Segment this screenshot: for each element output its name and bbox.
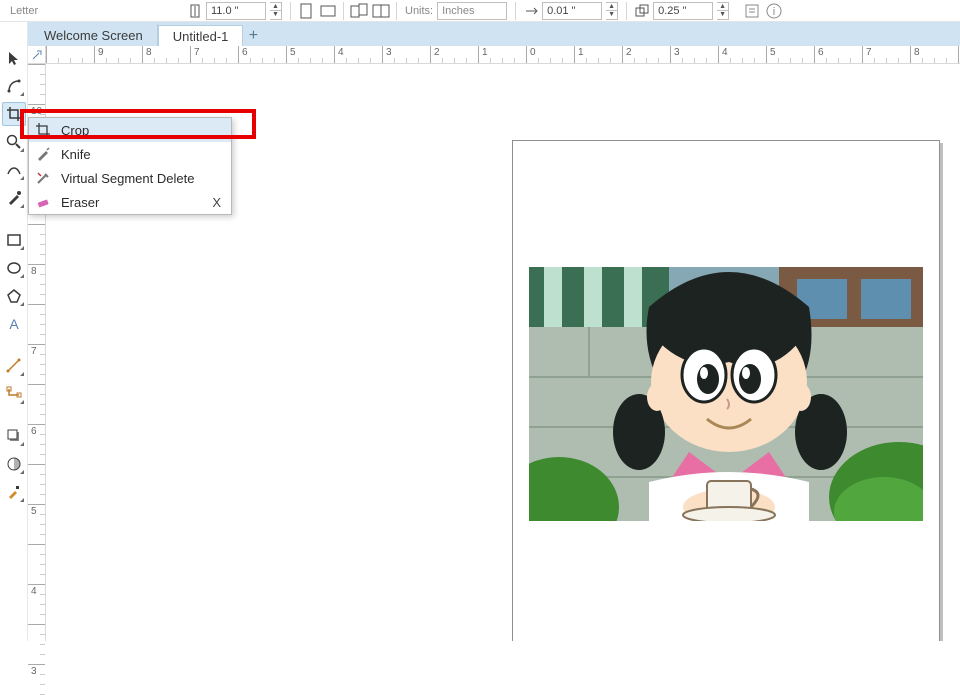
freehand-tool[interactable]: [2, 158, 26, 182]
property-bar: Letter 11.0 " ▲▼ Units: Inches 0.01 " ▲▼: [0, 0, 960, 22]
flyout-item-vsd[interactable]: Virtual Segment Delete: [29, 166, 231, 190]
options-button[interactable]: [741, 1, 763, 21]
document-tabs: Welcome Screen Untitled-1 +: [0, 22, 960, 46]
zoom-tool[interactable]: [2, 130, 26, 154]
help-button[interactable]: i: [763, 1, 785, 21]
current-page-button[interactable]: [370, 1, 392, 21]
flyout-label: Virtual Segment Delete: [61, 171, 194, 186]
drop-shadow-tool[interactable]: [2, 424, 26, 448]
duplicate-field[interactable]: 0.25 ": [653, 2, 713, 20]
landscape-button[interactable]: [317, 1, 339, 21]
page-size-label: Letter: [4, 5, 38, 17]
flyout-label: Crop: [61, 123, 89, 138]
tab-welcome[interactable]: Welcome Screen: [30, 24, 158, 46]
shape-tool[interactable]: [2, 74, 26, 98]
vsd-icon: [35, 170, 51, 186]
eyedropper-tool[interactable]: [2, 480, 26, 504]
connector-tool[interactable]: [2, 382, 26, 406]
units-label: Units:: [405, 5, 433, 17]
all-pages-button[interactable]: [348, 1, 370, 21]
knife-icon: [35, 146, 51, 162]
flyout-item-knife[interactable]: Knife: [29, 142, 231, 166]
rectangle-tool[interactable]: [2, 228, 26, 252]
flyout-item-eraser[interactable]: Eraser X: [29, 190, 231, 214]
crop-flyout: Crop Knife Virtual Segment Delete Eraser…: [28, 117, 232, 215]
flyout-shortcut: X: [212, 195, 221, 210]
nudge-field[interactable]: 0.01 ": [542, 2, 602, 20]
svg-text:i: i: [773, 6, 775, 18]
dimension-tool[interactable]: [2, 354, 26, 378]
polygon-tool[interactable]: [2, 284, 26, 308]
nudge-x-icon: [524, 4, 538, 18]
flyout-item-crop[interactable]: Crop: [29, 118, 231, 142]
page-height-field[interactable]: 11.0 ": [206, 2, 266, 20]
portrait-button[interactable]: [295, 1, 317, 21]
new-tab-button[interactable]: +: [243, 26, 263, 46]
ruler-horizontal[interactable]: 9876543210123456789: [46, 46, 960, 63]
ruler-origin-icon[interactable]: [28, 46, 46, 64]
nudge-spinner[interactable]: ▲▼: [606, 2, 618, 20]
tab-untitled[interactable]: Untitled-1: [158, 25, 244, 47]
toolbox: A: [0, 22, 28, 641]
flyout-label: Knife: [61, 147, 91, 162]
text-tool[interactable]: A: [2, 312, 26, 336]
eraser-icon: [35, 194, 51, 210]
transparency-tool[interactable]: [2, 452, 26, 476]
pick-tool[interactable]: [2, 46, 26, 70]
document-page[interactable]: [512, 140, 940, 641]
crop-icon: [35, 122, 51, 138]
crop-tool[interactable]: [2, 102, 26, 126]
artistic-media-tool[interactable]: [2, 186, 26, 210]
embedded-image[interactable]: [529, 267, 923, 521]
ellipse-tool[interactable]: [2, 256, 26, 280]
flyout-label: Eraser: [61, 195, 99, 210]
page-height-icon: [188, 4, 202, 18]
svg-text:A: A: [9, 316, 19, 332]
units-select[interactable]: Inches: [437, 2, 507, 20]
duplicate-distance-icon: [635, 4, 649, 18]
page-height-spinner[interactable]: ▲▼: [270, 2, 282, 20]
duplicate-spinner[interactable]: ▲▼: [717, 2, 729, 20]
